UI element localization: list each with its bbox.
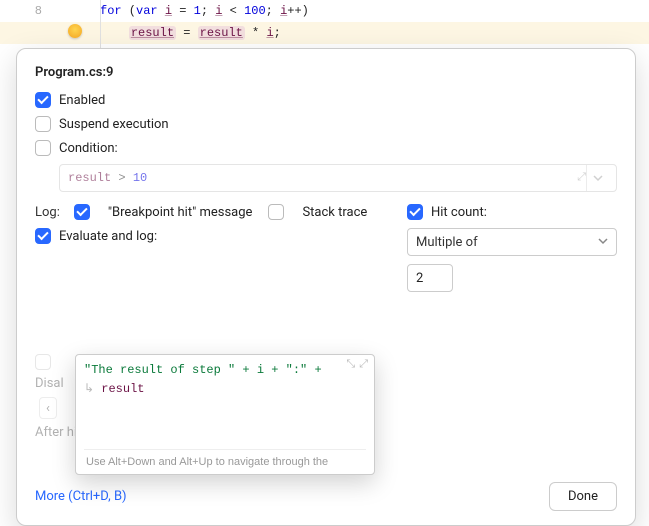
bp-hit-label: "Breakpoint hit" message [108,205,253,220]
hit-count-value-input[interactable]: 2 [407,264,453,292]
suspend-label: Suspend execution [59,117,169,132]
condition-label: Condition: [59,141,118,156]
hit-count-value: 2 [416,271,423,286]
evaluate-hint: Use Alt+Down and Alt+Up to navigate thro… [84,449,366,470]
evaluate-label: Evaluate and log: [59,229,157,244]
log-label: Log: [35,205,60,220]
condition-input[interactable]: result > 10 ⤢ [59,164,617,192]
popup-title: Program.cs:9 [35,65,617,80]
code-line-9: result = result * i; [0,22,649,44]
gutter-breakpoint[interactable] [50,24,100,42]
line-number: 8 [0,4,50,18]
evaluate-row[interactable]: Evaluate and log: [35,228,383,244]
breakpoint-icon[interactable] [68,24,82,38]
enabled-checkbox[interactable] [35,92,51,108]
code-content[interactable]: for (var i = 1; i < 100; i++) [100,4,649,18]
condition-text: result > 10 [68,171,147,185]
disabled-checkbox[interactable] [35,354,51,370]
done-button[interactable]: Done [549,482,617,511]
enabled-row[interactable]: Enabled [35,92,617,108]
code-line-8: 8 for (var i = 1; i < 100; i++) [0,0,649,22]
chevron-down-icon[interactable] [586,165,608,191]
hit-count-row[interactable]: Hit count: [407,204,617,220]
chevron-left-icon[interactable]: ‹ [39,397,57,419]
hit-count-mode-value: Multiple of [416,235,478,250]
suspend-checkbox[interactable] [35,116,51,132]
hit-count-mode-select[interactable]: Multiple of [407,228,617,256]
condition-row[interactable]: Condition: [35,140,617,156]
suspend-row[interactable]: Suspend execution [35,116,617,132]
chevron-down-icon [598,236,608,249]
expand-icon[interactable]: ⤢ [577,172,586,184]
stack-trace-checkbox[interactable] [268,204,284,220]
collapse-icon[interactable]: ⤡ [346,359,355,371]
code-content[interactable]: result = result * i; [100,26,649,40]
hit-count-checkbox[interactable] [407,204,423,220]
evaluate-input[interactable]: ⤡ ⤢ "The result of step " + i + ":" + ↳ … [75,354,375,475]
more-link[interactable]: More (Ctrl+D, B) [35,489,127,504]
condition-checkbox[interactable] [35,140,51,156]
disable-label-truncated: Disal [35,376,64,391]
evaluate-checkbox[interactable] [35,228,51,244]
breakpoint-settings-popup: Program.cs:9 Enabled Suspend execution C… [16,48,636,526]
expand-icon[interactable]: ⤢ [359,359,368,371]
evaluate-text: "The result of step " + i + ":" + ↳ resu… [84,361,366,399]
enabled-label: Enabled [59,93,105,108]
hit-count-label: Hit count: [431,205,487,220]
bp-hit-checkbox[interactable] [74,204,90,220]
stack-trace-label: Stack trace [302,205,367,220]
